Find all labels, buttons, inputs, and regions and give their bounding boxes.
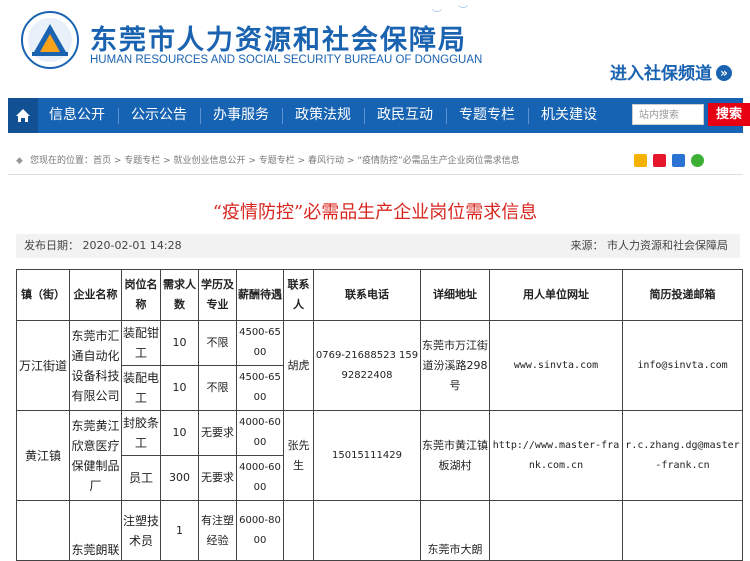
bureau-logo[interactable] xyxy=(20,10,80,70)
job-demand-table: 镇（街） 企业名称 岗位名称 需求人数 学历及专业 薪酬待遇 联系人 联系电话 … xyxy=(16,269,743,561)
address-cell: 东莞市万江街道汾溪路298号 xyxy=(420,320,490,411)
company-cell: 东莞朗联 xyxy=(69,500,122,561)
table-row: 万江街道 东莞市汇通自动化设备科技有限公司 装配钳工 10 不限 4500-65… xyxy=(16,320,743,411)
breadcrumb: ◆ 您现在的位置：首页 > 专题专栏 > 就业创业信息公开 > 专题专栏 > 春… xyxy=(8,148,743,175)
phone-cell xyxy=(313,500,421,561)
table-row: 黄江镇 东莞黄江欣意医疗保健制品厂 封胶条工 10 无要求 4000-6000 … xyxy=(16,410,743,501)
contact-cell: 张先生 xyxy=(283,410,314,501)
publish-date: 发布日期： 2020-02-01 14:28 xyxy=(24,239,182,252)
bird-decoration-icon: ︶ xyxy=(432,10,442,21)
main-nav: 信息公开 公示公告 办事服务 政策法规 政民互动 专题专栏 机关建设 站内搜索 … xyxy=(8,98,750,133)
home-icon xyxy=(16,109,30,122)
nav-item-info-disclosure[interactable]: 信息公开 xyxy=(42,98,112,133)
town-cell: 黄江镇 xyxy=(16,410,70,501)
column-header: 镇（街） xyxy=(16,269,70,321)
table-header-row: 镇（街） 企业名称 岗位名称 需求人数 学历及专业 薪酬待遇 联系人 联系电话 … xyxy=(16,269,743,321)
email-cell xyxy=(622,500,743,561)
column-header: 联系人 xyxy=(283,269,314,321)
nav-divider xyxy=(200,108,201,124)
website-link[interactable]: www.sinvta.com xyxy=(489,320,623,411)
job-cell: 注塑技术员 xyxy=(121,500,161,561)
town-cell: 万江街道 xyxy=(16,320,70,411)
company-cell: 东莞黄江欣意医疗保健制品厂 xyxy=(69,410,122,501)
search-button[interactable]: 搜索 xyxy=(708,103,750,126)
email-link[interactable]: info@sinvta.com xyxy=(622,320,743,411)
count-cell: 10 xyxy=(160,365,199,411)
address-cell: 东莞市黄江镇板湖村 xyxy=(420,410,490,501)
nav-item-policies[interactable]: 政策法规 xyxy=(288,98,358,133)
location-pin-icon: ◆ xyxy=(16,156,23,166)
salary-cell: 4500-6500 xyxy=(236,365,284,411)
social-security-channel-link[interactable]: 进入社保频道» xyxy=(610,59,732,84)
nav-divider xyxy=(118,108,119,124)
table-row: 东莞朗联 注塑技术员 1 有注塑经验 6000-8000 东莞市大朗 xyxy=(16,500,743,561)
phone-cell: 15015111429 xyxy=(313,410,421,501)
education-cell: 无要求 xyxy=(198,455,237,501)
education-cell: 无要求 xyxy=(198,410,237,456)
share-bar xyxy=(634,154,707,168)
nav-item-special-topics[interactable]: 专题专栏 xyxy=(452,98,522,133)
breadcrumb-text[interactable]: 您现在的位置：首页 > 专题专栏 > 就业创业信息公开 > 专题专栏 > 春风行… xyxy=(30,148,520,174)
nav-item-organization[interactable]: 机关建设 xyxy=(534,98,604,133)
nav-divider xyxy=(282,108,283,124)
site-search-input[interactable]: 站内搜索 xyxy=(632,104,704,125)
education-cell: 不限 xyxy=(198,320,237,366)
job-cell: 装配电工 xyxy=(121,365,161,411)
email-link[interactable]: r.c.zhang.dg@master-frank.cn xyxy=(622,410,743,501)
column-header: 详细地址 xyxy=(420,269,490,321)
salary-cell: 4000-6000 xyxy=(236,455,284,501)
phone-cell: 0769-21688523 15992822408 xyxy=(313,320,421,411)
job-cell: 封胶条工 xyxy=(121,410,161,456)
weibo-share-icon[interactable] xyxy=(652,154,666,167)
nav-item-announcements[interactable]: 公示公告 xyxy=(124,98,194,133)
company-cell: 东莞市汇通自动化设备科技有限公司 xyxy=(69,320,122,411)
column-header: 薪酬待遇 xyxy=(236,269,284,321)
double-arrow-icon: » xyxy=(716,65,732,81)
count-cell: 1 xyxy=(160,500,199,561)
website-link[interactable]: http://www.master-frank.com.cn xyxy=(489,410,623,501)
column-header: 联系电话 xyxy=(313,269,421,321)
nav-item-interaction[interactable]: 政民互动 xyxy=(370,98,440,133)
nav-item-services[interactable]: 办事服务 xyxy=(206,98,276,133)
salary-cell: 4500-6500 xyxy=(236,320,284,366)
site-title: 东莞市人力资源和社会保障局 xyxy=(90,25,467,56)
renren-share-icon[interactable] xyxy=(671,154,685,167)
article-title: “疫情防控”必需品生产企业岗位需求信息 xyxy=(212,202,538,223)
website-cell xyxy=(489,500,623,561)
column-header: 岗位名称 xyxy=(121,269,161,321)
contact-cell: 胡虎 xyxy=(283,320,314,411)
bird-decoration-icon: ︶ xyxy=(458,6,468,17)
education-cell: 有注塑经验 xyxy=(198,500,237,561)
column-header: 简历投递邮箱 xyxy=(622,269,743,321)
count-cell: 10 xyxy=(160,410,199,456)
count-cell: 300 xyxy=(160,455,199,501)
article-meta: 发布日期： 2020-02-01 14:28 来源： 市人力资源和社会保障局 xyxy=(16,234,740,258)
column-header: 需求人数 xyxy=(160,269,199,321)
column-header: 学历及专业 xyxy=(198,269,237,321)
nav-home[interactable] xyxy=(8,98,38,133)
education-cell: 不限 xyxy=(198,365,237,411)
nav-divider xyxy=(446,108,447,124)
town-cell xyxy=(16,500,70,561)
count-cell: 10 xyxy=(160,320,199,366)
article-source: 来源： 市人力资源和社会保障局 xyxy=(570,239,729,252)
job-cell: 装配钳工 xyxy=(121,320,161,366)
address-cell: 东莞市大朗 xyxy=(420,500,490,561)
social-link-label: 进入社保频道 xyxy=(610,64,712,84)
wechat-share-icon[interactable] xyxy=(690,154,704,167)
site-subtitle: HUMAN RESOURCES AND SOCIAL SECURITY BURE… xyxy=(90,54,483,66)
qzone-share-icon[interactable] xyxy=(634,154,647,167)
salary-cell: 4000-6000 xyxy=(236,410,284,456)
contact-cell xyxy=(283,500,314,561)
column-header: 用人单位网址 xyxy=(489,269,623,321)
job-cell: 员工 xyxy=(121,455,161,501)
salary-cell: 6000-8000 xyxy=(236,500,284,561)
site-header: 东莞市人力资源和社会保障局 HUMAN RESOURCES AND SOCIAL… xyxy=(0,0,750,96)
column-header: 企业名称 xyxy=(69,269,122,321)
nav-divider xyxy=(364,108,365,124)
nav-divider xyxy=(528,108,529,124)
